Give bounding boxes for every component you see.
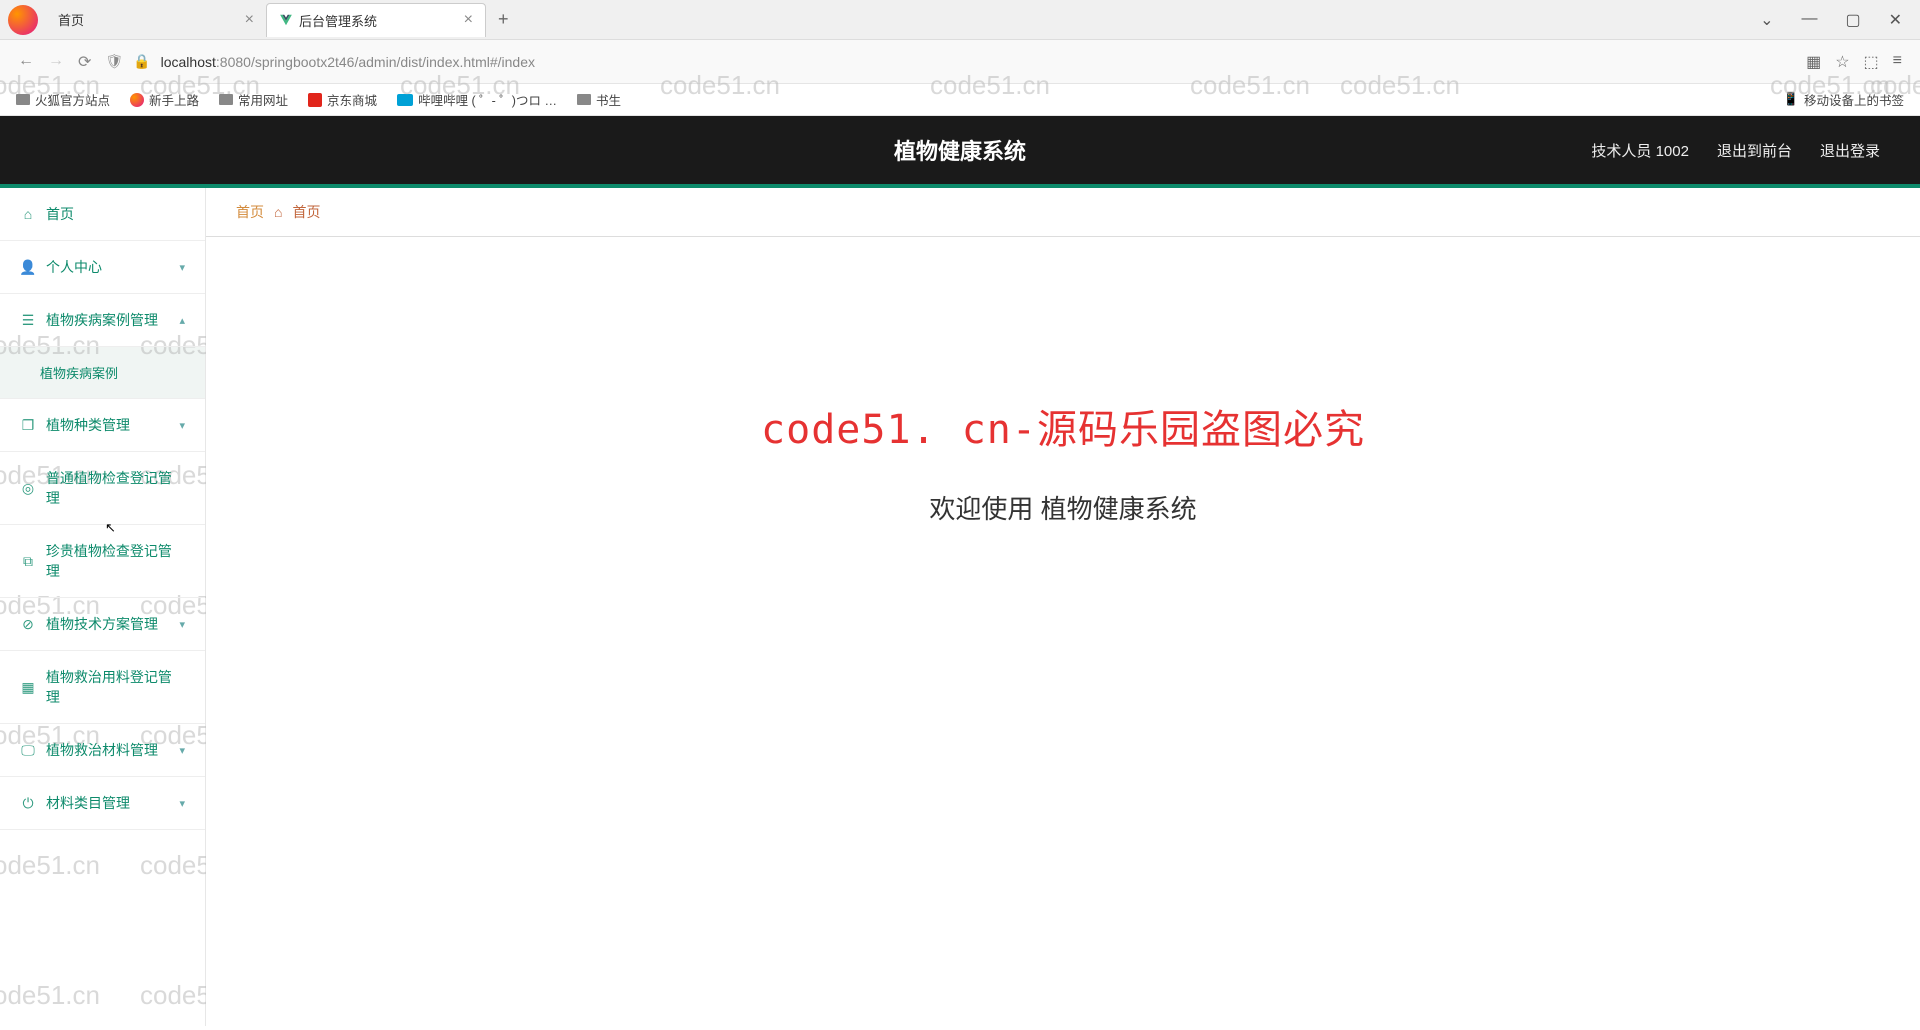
new-tab-button[interactable]: +: [486, 9, 521, 30]
chevron-down-icon: ▾: [179, 618, 185, 631]
app-title: 植物健康系统: [894, 134, 1026, 166]
sidebar-item-label: 材料类目管理: [46, 793, 130, 813]
list-icon: ☰: [20, 312, 36, 328]
copy-icon: ❐: [20, 417, 36, 433]
close-icon[interactable]: ×: [245, 11, 254, 29]
sidebar-item-label: 植物种类管理: [46, 415, 130, 435]
sidebar-item-species[interactable]: ❐ 植物种类管理 ▾: [0, 399, 205, 452]
person-icon: 👤: [20, 259, 36, 275]
sidebar-item-label: 个人中心: [46, 257, 102, 277]
firefox-icon: [8, 5, 38, 35]
bookmark-item[interactable]: 新手上路: [130, 90, 199, 109]
tab-admin[interactable]: 后台管理系统 ×: [266, 3, 486, 37]
sidebar-item-label: 植物救治材料管理: [46, 740, 158, 760]
sidebar-item-home[interactable]: ⌂ 首页: [0, 188, 205, 241]
exit-to-front-button[interactable]: 退出到前台: [1717, 140, 1792, 161]
sidebar-item-profile[interactable]: 👤 个人中心 ▾: [0, 241, 205, 294]
home-icon: ⌂: [20, 206, 36, 222]
close-window-icon[interactable]: ✕: [1889, 10, 1902, 30]
tab-label: 首页: [58, 10, 84, 29]
tab-home[interactable]: 首页 ×: [46, 3, 266, 37]
sidebar-item-label: 植物救治用料登记管理: [46, 667, 185, 707]
home-icon: ⌂: [274, 204, 282, 220]
back-icon[interactable]: ←: [18, 52, 34, 72]
breadcrumb-root[interactable]: 首页: [236, 202, 264, 222]
maximize-icon[interactable]: ▢: [1845, 10, 1860, 30]
app-header: 植物健康系统 技术人员 1002 退出到前台 退出登录: [0, 116, 1920, 188]
vue-icon: [279, 13, 293, 27]
sidebar-item-material-category[interactable]: ⏻ 材料类目管理 ▾: [0, 777, 205, 830]
sidebar-item-precious-check[interactable]: ⧉ 珍贵植物检查登记管理: [0, 525, 205, 598]
breadcrumb: 首页 ⌂ 首页: [206, 188, 1920, 237]
logout-button[interactable]: 退出登录: [1820, 140, 1880, 161]
address-bar[interactable]: 🛡 🔒 localhost:8080/springbootx2t46/admin…: [105, 53, 1792, 70]
mobile-icon: 📱: [1783, 92, 1799, 107]
bookmark-star-icon[interactable]: ☆: [1835, 52, 1849, 72]
extension-icon[interactable]: ⬚: [1864, 52, 1879, 72]
crop-icon: ⧉: [20, 553, 36, 569]
bookmark-item[interactable]: 常用网址: [219, 90, 288, 109]
welcome-text: 欢迎使用 植物健康系统: [206, 489, 1920, 526]
shield-icon: 🛡: [105, 53, 123, 70]
watermark-text: code51. cn-源码乐园盗图必究: [206, 397, 1920, 455]
folder-icon: [16, 94, 30, 105]
qr-icon[interactable]: ▦: [1806, 52, 1821, 72]
bookmark-item[interactable]: 书生: [577, 90, 621, 109]
bookmark-item[interactable]: 火狐官方站点: [16, 90, 110, 109]
tab-label: 后台管理系统: [299, 11, 377, 30]
folder-icon: [219, 94, 233, 105]
monitor-icon: 🖵: [20, 742, 36, 758]
breadcrumb-current: 首页: [292, 202, 320, 222]
bilibili-icon: [397, 94, 413, 106]
content-area: 首页 ⌂ 首页 code51. cn-源码乐园盗图必究 欢迎使用 植物健康系统: [206, 188, 1920, 1026]
chevron-up-icon: ▴: [179, 314, 185, 327]
chevron-down-icon: ▾: [179, 419, 185, 432]
folder-icon: [577, 94, 591, 105]
sidebar-item-material-register[interactable]: ▦ 植物救治用料登记管理: [0, 651, 205, 724]
sidebar-item-label: 首页: [46, 204, 74, 224]
tabs-dropdown-icon[interactable]: ⌄: [1760, 10, 1773, 30]
sidebar-item-label: 植物技术方案管理: [46, 614, 158, 634]
sidebar-item-label: 普通植物检查登记管理: [46, 468, 185, 508]
jd-icon: [308, 93, 322, 107]
grid-icon: ▦: [20, 679, 36, 695]
target-icon: ◎: [20, 480, 36, 496]
user-label[interactable]: 技术人员 1002: [1591, 140, 1689, 161]
sidebar-item-label: 植物疾病案例管理: [46, 310, 158, 330]
url-text: localhost:8080/springbootx2t46/admin/dis…: [161, 54, 535, 70]
sidebar-item-rescue-material[interactable]: 🖵 植物救治材料管理 ▾: [0, 724, 205, 777]
sidebar-item-label: 珍贵植物检查登记管理: [46, 541, 185, 581]
sidebar-item-label: 植物疾病案例: [40, 366, 118, 381]
sidebar-item-disease-cases[interactable]: ☰ 植物疾病案例管理 ▴: [0, 294, 205, 347]
close-icon[interactable]: ×: [464, 11, 473, 29]
firefox-icon: [130, 93, 144, 107]
sidebar-item-normal-check[interactable]: ◎ 普通植物检查登记管理: [0, 452, 205, 525]
sidebar: ⌂ 首页 👤 个人中心 ▾ ☰ 植物疾病案例管理 ▴ 植物疾病案例 ❐ 植物种类…: [0, 188, 206, 1026]
lock-icon: 🔒: [133, 53, 150, 70]
minimize-icon[interactable]: —: [1801, 10, 1817, 30]
bookmark-item[interactable]: 哔哩哔哩 ( ゜- ゜)つロ …: [397, 90, 557, 109]
sidebar-subitem-disease-case[interactable]: 植物疾病案例: [0, 347, 205, 399]
sidebar-item-technique[interactable]: ⊘ 植物技术方案管理 ▾: [0, 598, 205, 651]
menu-icon[interactable]: ≡: [1893, 52, 1902, 72]
chevron-down-icon: ▾: [179, 261, 185, 274]
chevron-down-icon: ▾: [179, 744, 185, 757]
power-icon: ⏻: [20, 795, 36, 811]
bookmarks-bar: 火狐官方站点 新手上路 常用网址 京东商城 哔哩哔哩 ( ゜- ゜)つロ … 书…: [0, 84, 1920, 116]
forward-icon[interactable]: →: [48, 52, 64, 72]
slash-icon: ⊘: [20, 616, 36, 632]
chevron-down-icon: ▾: [179, 797, 185, 810]
bookmark-mobile[interactable]: 📱移动设备上的书签: [1783, 90, 1904, 109]
bookmark-item[interactable]: 京东商城: [308, 90, 377, 109]
reload-icon[interactable]: ⟳: [78, 52, 91, 72]
